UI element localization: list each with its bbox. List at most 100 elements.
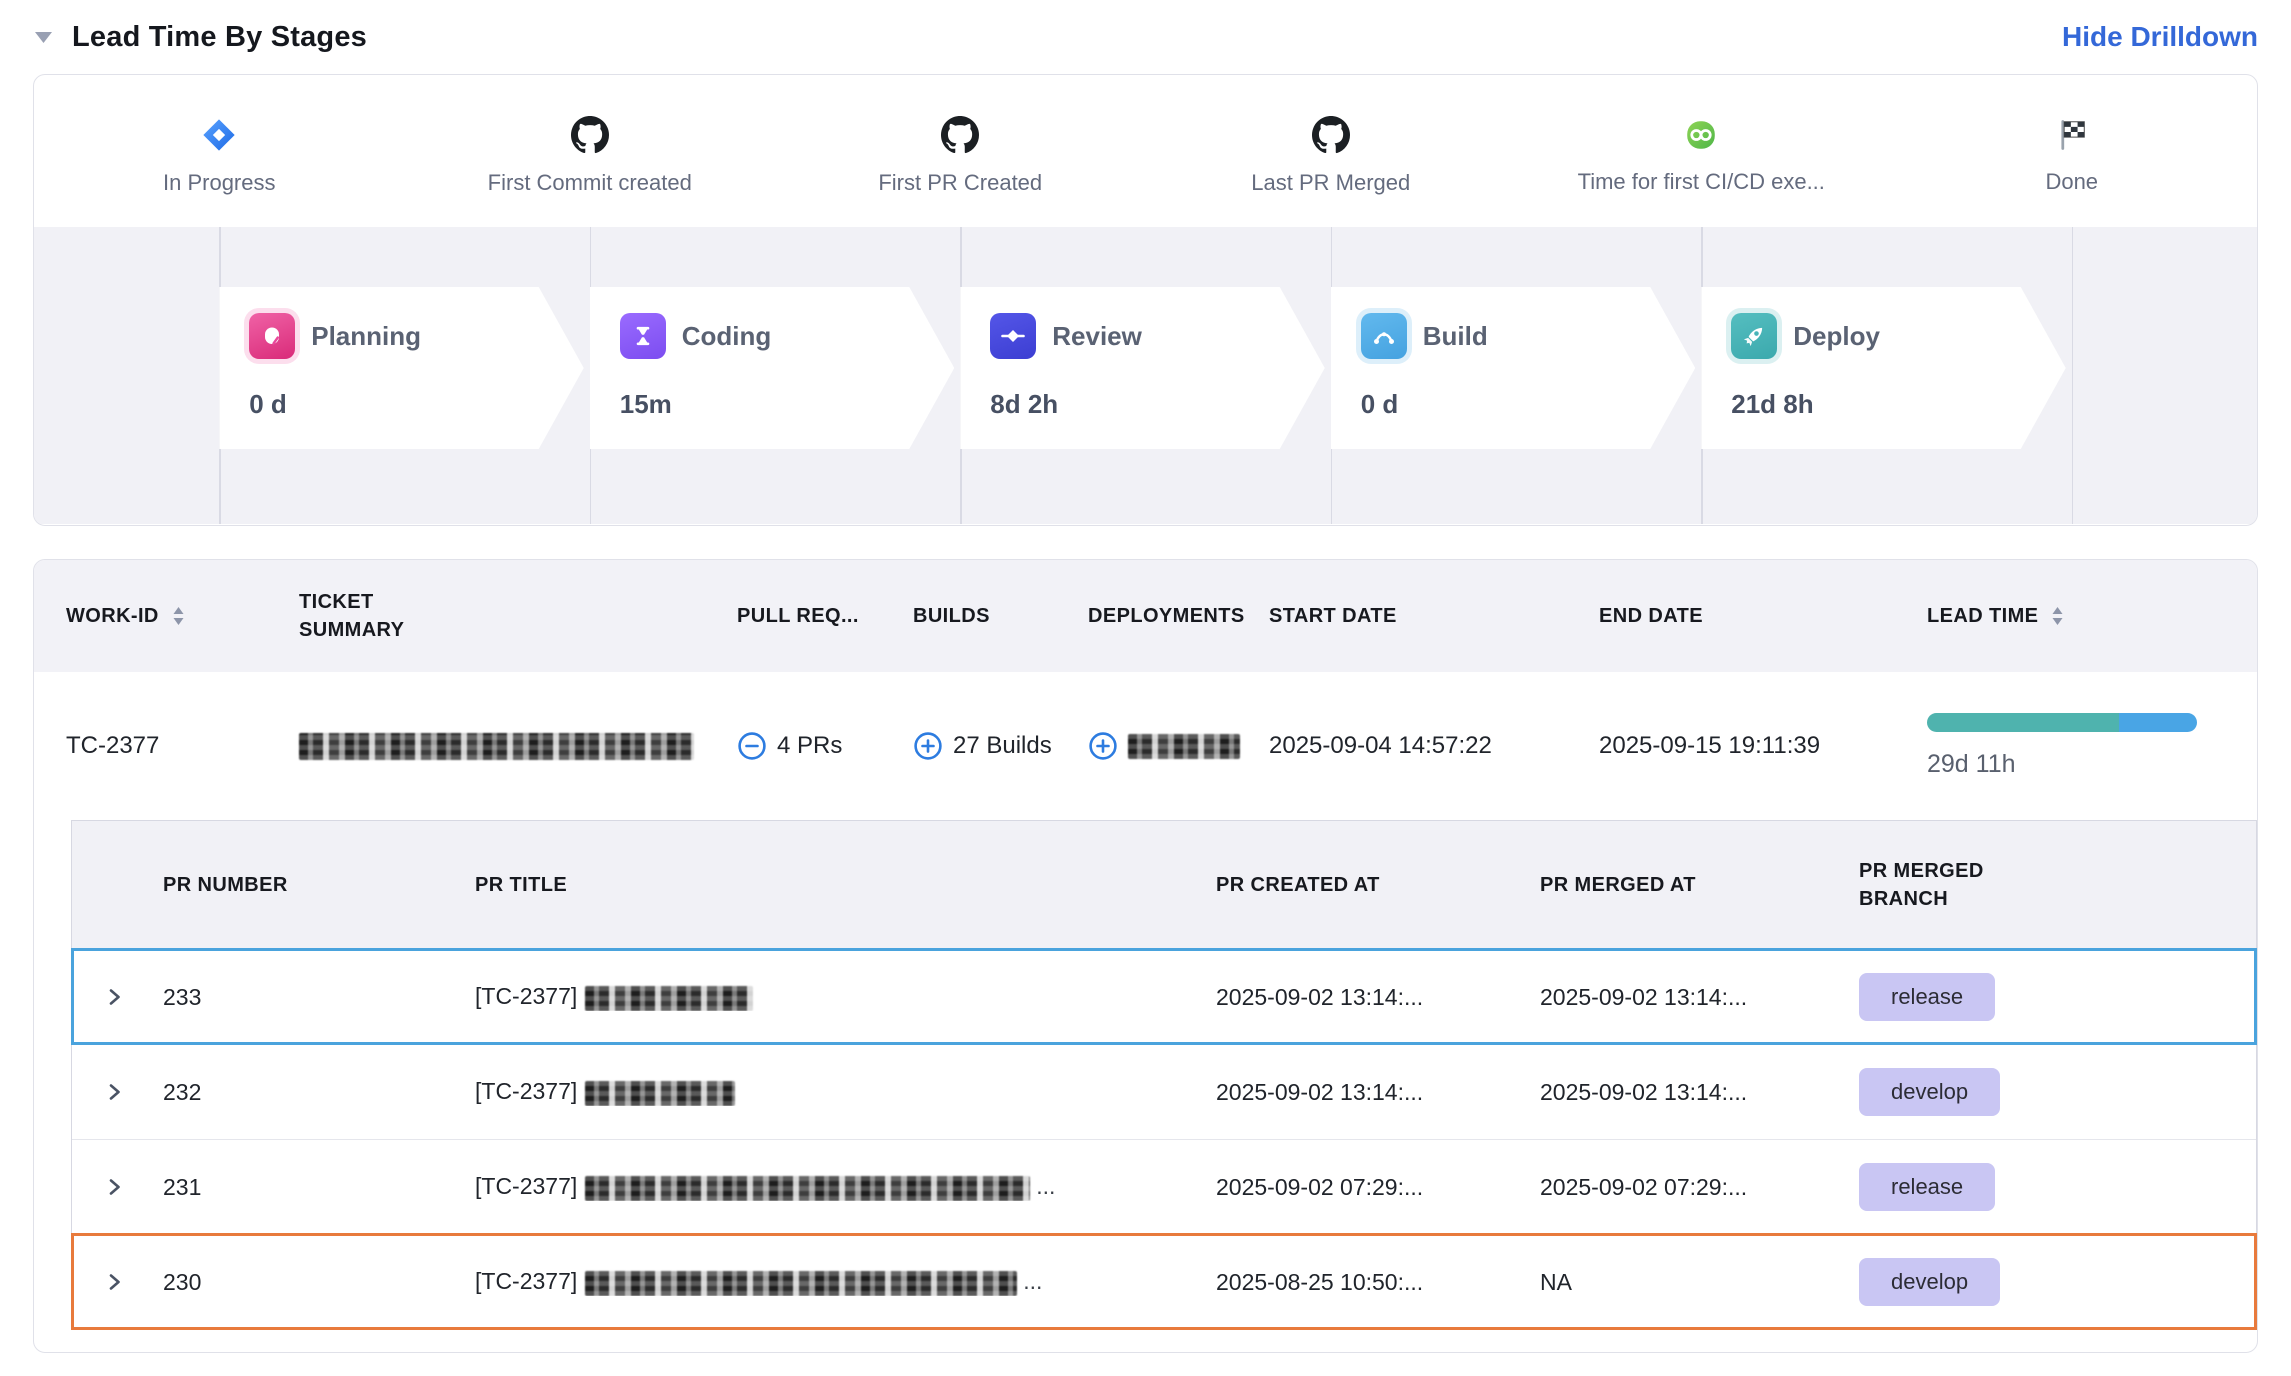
expand-chevron-icon[interactable] xyxy=(102,1175,126,1199)
pr-row-232[interactable]: 232 [TC-2377] 2025-09-02 13:14:... 2025-… xyxy=(72,1044,2256,1139)
stage-duration: 0 d xyxy=(249,389,584,420)
end-date-value: 2025-09-15 19:11:39 xyxy=(1599,732,1820,759)
milestone-label: Last PR Merged xyxy=(1251,170,1410,196)
stage-planning: Planning 0 d xyxy=(219,287,584,449)
header-lead-time[interactable]: LEAD TIME xyxy=(1927,605,2065,628)
pr-row-233[interactable]: 233 [TC-2377] 2025-09-02 13:14:... 2025-… xyxy=(72,949,2256,1044)
header-pr-merged-branch: PR MERGED BRANCH xyxy=(1859,857,2034,913)
github-icon xyxy=(941,116,979,154)
deployments-redacted xyxy=(1128,734,1240,759)
sort-icon xyxy=(171,605,186,627)
milestone-cicd: Time for first CI/CD exe... xyxy=(1516,75,1887,227)
deploy-rocket-icon xyxy=(1731,313,1777,359)
pr-merged-at: 2025-09-02 07:29:... xyxy=(1540,1174,1747,1200)
header-pr-merged-at: PR MERGED AT xyxy=(1540,874,1696,896)
pr-created-at: 2025-09-02 07:29:... xyxy=(1216,1174,1423,1200)
pr-created-at: 2025-09-02 13:14:... xyxy=(1216,984,1423,1010)
builds-toggle[interactable]: 27 Builds xyxy=(913,731,1088,761)
github-icon xyxy=(571,116,609,154)
collapse-triangle-icon[interactable] xyxy=(33,30,54,45)
stage-name: Planning xyxy=(311,321,421,352)
milestone-label: In Progress xyxy=(163,170,276,196)
header-pr-created-at: PR CREATED AT xyxy=(1216,874,1380,896)
deployments-toggle[interactable] xyxy=(1088,731,1269,761)
lead-time-value: 29d 11h xyxy=(1927,750,2227,779)
pr-title-redacted xyxy=(585,1081,735,1106)
build-pipeline-icon xyxy=(1361,313,1407,359)
pr-title-prefix: [TC-2377] xyxy=(475,1173,577,1199)
pull-requests-toggle[interactable]: 4 PRs xyxy=(737,731,913,761)
expand-chevron-icon[interactable] xyxy=(102,985,126,1009)
pr-table-header: PR NUMBER PR TITLE PR CREATED AT PR MERG… xyxy=(72,821,2256,949)
stage-build: Build 0 d xyxy=(1331,287,1696,449)
cicd-infinity-icon xyxy=(1683,117,1719,153)
stage-deploy: Deploy 21d 8h xyxy=(1701,287,2066,449)
work-id-value: TC-2377 xyxy=(66,732,159,759)
stage-name: Build xyxy=(1423,321,1488,352)
pr-row-231[interactable]: 231 [TC-2377]... 2025-09-02 07:29:... 20… xyxy=(72,1139,2256,1234)
milestone-row: In Progress First Commit created First P… xyxy=(34,75,2257,227)
pr-number: 233 xyxy=(163,984,201,1010)
stage-duration: 0 d xyxy=(1361,389,1696,420)
lead-time-bar-segment-blue xyxy=(2119,713,2197,732)
hide-drilldown-link[interactable]: Hide Drilldown xyxy=(2062,21,2258,53)
finish-flag-icon xyxy=(2054,117,2090,153)
pr-row-230[interactable]: 230 [TC-2377]... 2025-08-25 10:50:... NA… xyxy=(72,1234,2256,1329)
milestone-label: First PR Created xyxy=(878,170,1042,196)
pr-title-ellipsis: ... xyxy=(1036,1173,1055,1199)
milestone-label: Time for first CI/CD exe... xyxy=(1578,169,1825,195)
pr-title-redacted xyxy=(585,986,753,1011)
expand-chevron-icon[interactable] xyxy=(102,1080,126,1104)
work-items-table-panel: WORK-ID TICKET SUMMARY PULL REQ... BUILD… xyxy=(33,559,2258,1353)
milestone-label: Done xyxy=(2045,169,2098,195)
stage-chevron-area: Planning 0 d Coding 15m xyxy=(34,227,2257,524)
start-date-value: 2025-09-04 14:57:22 xyxy=(1269,732,1492,759)
pr-title-prefix: [TC-2377] xyxy=(475,1268,577,1294)
milestone-done: Done xyxy=(1887,75,2258,227)
pr-title-ellipsis: ... xyxy=(1023,1268,1042,1294)
lead-time-pipeline-panel: In Progress First Commit created First P… xyxy=(33,74,2258,526)
pr-number: 232 xyxy=(163,1079,201,1105)
stage-review: Review 8d 2h xyxy=(960,287,1325,449)
header-pr-number: PR NUMBER xyxy=(163,874,288,896)
coding-hourglass-icon xyxy=(620,313,666,359)
pr-merged-at: 2025-09-02 13:14:... xyxy=(1540,1079,1747,1105)
header-pull-requests: PULL REQ... xyxy=(737,605,859,627)
expand-chevron-icon[interactable] xyxy=(102,1270,126,1294)
milestone-in-progress: In Progress xyxy=(34,75,405,227)
pr-number: 231 xyxy=(163,1174,201,1200)
column-divider xyxy=(2072,227,2074,524)
header-end-date: END DATE xyxy=(1599,605,1703,627)
milestone-first-commit: First Commit created xyxy=(405,75,776,227)
header-work-id[interactable]: WORK-ID xyxy=(66,605,186,628)
branch-badge: release xyxy=(1859,973,1995,1021)
stage-coding: Coding 15m xyxy=(590,287,955,449)
pr-title-prefix: [TC-2377] xyxy=(475,983,577,1009)
pr-sub-table: PR NUMBER PR TITLE PR CREATED AT PR MERG… xyxy=(71,820,2257,1330)
milestone-first-pr: First PR Created xyxy=(775,75,1146,227)
stage-name: Deploy xyxy=(1793,321,1880,352)
header-deployments: DEPLOYMENTS xyxy=(1088,605,1245,627)
pr-number: 230 xyxy=(163,1269,201,1295)
pr-merged-at: NA xyxy=(1540,1269,1572,1295)
section-header: Lead Time By Stages Hide Drilldown xyxy=(33,0,2258,74)
stage-name: Coding xyxy=(682,321,772,352)
header-pr-title: PR TITLE xyxy=(475,874,567,896)
work-table-header: WORK-ID TICKET SUMMARY PULL REQ... BUILD… xyxy=(34,560,2257,672)
pr-title-redacted xyxy=(585,1176,1030,1201)
lead-time-bar-segment-teal xyxy=(1927,713,2119,732)
pr-merged-at: 2025-09-02 13:14:... xyxy=(1540,984,1747,1010)
pr-title-prefix: [TC-2377] xyxy=(475,1078,577,1104)
stage-duration: 15m xyxy=(620,389,955,420)
header-builds: BUILDS xyxy=(913,605,990,627)
review-commit-icon xyxy=(990,313,1036,359)
jira-in-progress-icon xyxy=(200,116,238,154)
lead-time-bar xyxy=(1927,713,2197,732)
header-start-date: START DATE xyxy=(1269,605,1397,627)
milestone-label: First Commit created xyxy=(488,170,692,196)
circle-plus-icon xyxy=(913,731,943,761)
ticket-summary-redacted xyxy=(299,733,694,760)
branch-badge: develop xyxy=(1859,1258,2000,1306)
branch-badge: develop xyxy=(1859,1068,2000,1116)
planning-icon xyxy=(249,313,295,359)
